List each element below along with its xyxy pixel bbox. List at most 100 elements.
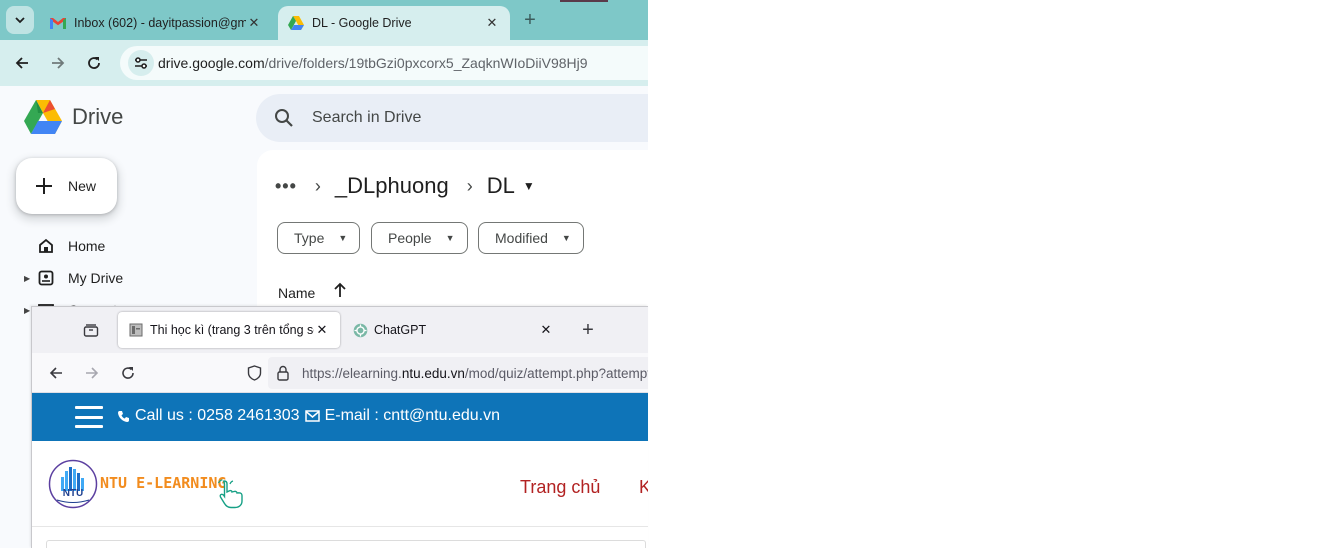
my-drive-icon [36,268,56,288]
close-tab-icon[interactable]: ✕ [314,322,330,338]
screenshot: Inbox (602) - dayitpassion@gmail.com - G… [0,0,1338,548]
menu-home[interactable]: Trang chủ [520,477,600,498]
forward-button[interactable] [80,361,104,385]
url-path: /mod/quiz/attempt.php?attempt [464,365,648,381]
tab-google-drive[interactable]: DL - Google Drive ✕ [278,6,510,40]
tracking-protection-button[interactable] [242,361,266,385]
svg-text:NTU: NTU [63,488,84,499]
search-placeholder: Search in Drive [312,109,422,126]
filter-people-chip[interactable]: People ▼ [371,222,468,254]
ntu-elearning-brand[interactable]: NTU E-LEARNING [100,474,226,492]
arrow-left-icon [49,367,62,379]
content-box-top-edge [46,540,646,548]
tab-search-button[interactable] [6,6,34,34]
chevron-down-icon [15,17,25,24]
moodle-quiz-icon [128,322,144,338]
arrow-right-icon [86,367,99,379]
caret-down-icon: ▼ [338,233,348,243]
nav-item-home[interactable]: Home [24,233,105,259]
filter-type-chip[interactable]: Type ▼ [277,222,361,254]
nav-item-label: Home [68,238,106,254]
search-icon [275,109,293,127]
window-edge-accent [560,0,608,2]
tab-title: ChatGPT [374,323,427,337]
drive-search-box[interactable]: Search in Drive [256,94,648,142]
url-prefix: https://elearning. [302,365,402,381]
expand-caret-icon[interactable]: ▶ [24,274,32,283]
hamburger-menu-icon[interactable] [75,406,103,428]
column-header-label: Name [278,284,316,301]
url-text: https://elearning.ntu.edu.vn/mod/quiz/at… [302,366,648,381]
back-button[interactable] [44,361,68,385]
ntu-contact-bar: Call us : 0258 2461303 E-mail : cntt@ntu… [32,393,648,441]
ntu-university-logo[interactable]: NTU [48,459,98,509]
chatgpt-icon [352,322,368,338]
new-tab-button[interactable]: + [576,318,600,342]
reload-icon [122,367,134,379]
phone-icon [117,410,130,423]
close-tab-icon[interactable]: ✕ [484,15,500,31]
list-all-tabs-button[interactable] [80,319,102,341]
reload-button[interactable] [116,361,140,385]
breadcrumb: ••• › _DLphuong › DL ▼ [275,170,535,202]
gmail-icon [50,15,66,31]
caret-down-icon[interactable]: ▼ [523,179,535,193]
app-name: Drive [72,104,124,129]
arrow-right-icon [52,57,65,69]
email-text[interactable]: E-mail : cntt@ntu.edu.vn [325,407,500,425]
new-button-label: New [68,178,97,194]
chevron-right-icon: › [314,175,321,196]
plus-icon [36,178,52,194]
lock-icon [277,365,289,381]
chevron-right-icon: › [466,175,473,196]
firefox-tabbar: Thi học kì (trang 3 trên tổng số 6) ✕ Ch… [32,307,648,353]
nav-item-label: My Drive [68,270,124,286]
ntu-header: NTU NTU E-LEARNING Trang chủ K [32,441,648,527]
arrow-up-icon[interactable] [333,282,347,303]
tab-quiz[interactable]: Thi học kì (trang 3 trên tổng số 6) ✕ [118,312,340,348]
breadcrumb-parent[interactable]: _DLphuong [335,173,449,199]
tab-title: Inbox (602) - dayitpassion@gmail.com - G… [74,16,246,30]
caret-down-icon: ▼ [445,233,455,243]
menu-item-cut-off[interactable]: K [639,477,648,498]
close-tab-icon[interactable]: ✕ [538,322,554,338]
firefox-navbar: https://elearning.ntu.edu.vn/mod/quiz/at… [32,353,648,393]
address-bar[interactable]: drive.google.com/drive/folders/19tbGzi0p… [120,46,648,80]
breadcrumb-current-folder[interactable]: DL [487,173,515,199]
filter-label: People [388,230,432,246]
reload-button[interactable] [81,50,107,76]
filter-label: Type [294,230,325,246]
caret-down-icon: ▼ [561,233,571,243]
nav-item-my-drive[interactable]: ▶ My Drive [24,265,123,291]
envelope-icon [304,410,320,422]
address-bar[interactable]: https://elearning.ntu.edu.vn/mod/quiz/at… [268,357,648,389]
tab-title: Thi học kì (trang 3 trên tổng số 6) [150,323,314,337]
tab-chatgpt[interactable]: ChatGPT ✕ [342,312,564,348]
filter-label: Modified [495,230,548,246]
pointing-hand-icon [218,479,243,509]
site-settings-icon[interactable] [128,50,154,76]
google-drive-icon [288,15,304,31]
url-path: /drive/folders/19tbGzi0pxcorx5_ZaqknWIoD… [264,55,588,71]
chrome-tabstrip: Inbox (602) - dayitpassion@gmail.com - G… [0,0,648,40]
new-button[interactable]: New [16,158,117,214]
breadcrumb-overflow-button[interactable]: ••• [275,176,297,197]
tab-title: DL - Google Drive [312,16,412,30]
chrome-toolbar: drive.google.com/drive/folders/19tbGzi0p… [0,40,648,86]
close-tab-icon[interactable]: ✕ [246,15,262,31]
url-host: drive.google.com [158,55,265,71]
column-header-name[interactable]: Name [278,282,347,303]
google-drive-logo-icon [24,100,62,134]
tab-gmail[interactable]: Inbox (602) - dayitpassion@gmail.com - G… [40,6,272,40]
back-button[interactable] [9,50,35,76]
drive-logo[interactable]: Drive [24,100,123,134]
url-host: ntu.edu.vn [401,365,465,381]
firefox-window: Thi học kì (trang 3 trên tổng số 6) ✕ Ch… [31,306,648,548]
shield-icon [247,365,261,381]
url-text: drive.google.com/drive/folders/19tbGzi0p… [158,55,588,71]
tab-manager-icon [83,324,99,337]
filter-modified-chip[interactable]: Modified ▼ [478,222,584,254]
arrow-left-icon [15,57,28,69]
new-tab-button[interactable]: + [518,8,542,32]
forward-button[interactable] [45,50,71,76]
